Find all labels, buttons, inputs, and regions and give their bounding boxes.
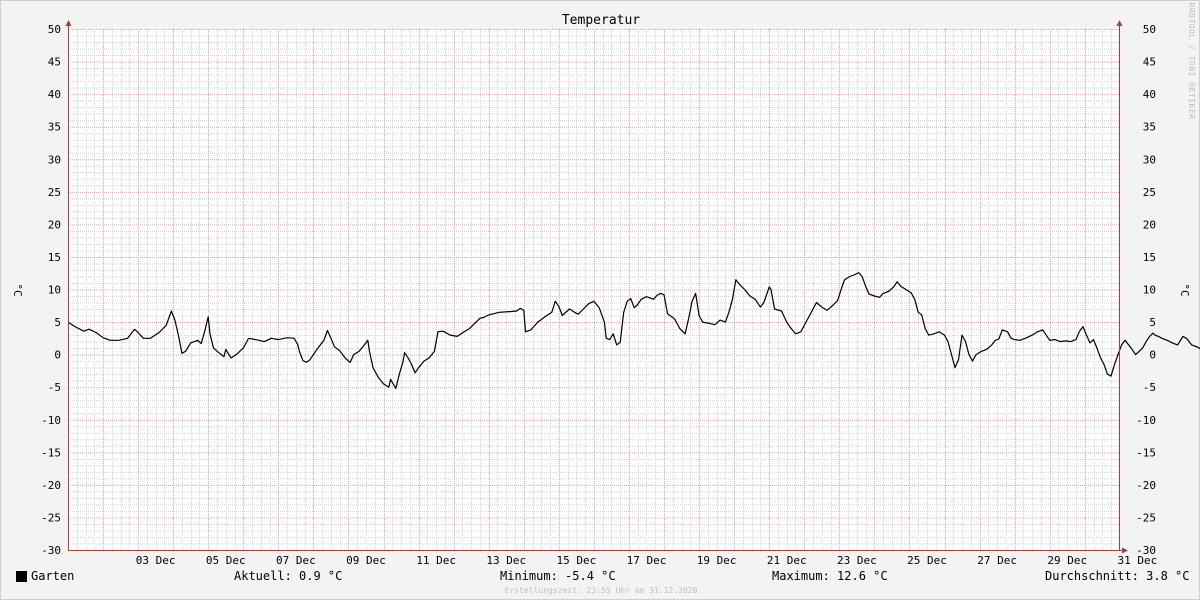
legend-current: Aktuell: 0.9 °C (234, 569, 343, 583)
legend-swatch (16, 571, 27, 582)
x-tick-label: 23 Dec (837, 554, 877, 567)
y-tick-label-left: 35 (48, 121, 61, 134)
y-tick-label-right: -10 (1136, 414, 1156, 427)
y-tick-label-left: 30 (48, 153, 61, 166)
x-tick-label: 05 Dec (206, 554, 246, 567)
y-tick-label-right: 10 (1143, 284, 1156, 297)
x-axis-ticks: 03 Dec 05 Dec 07 Dec 09 Dec 11 Dec 13 Dec 15 D… (136, 554, 1157, 567)
y-axis-left-ticks: 50454035302520151050-5-10-15-20-25-30 (41, 23, 61, 557)
y-tick-label-left: 10 (48, 284, 61, 297)
y-tick-label-right: 50 (1143, 23, 1156, 36)
y-tick-label-left: 0 (54, 349, 61, 362)
y-tick-label-left: -10 (41, 414, 61, 427)
y-tick-label-right: 5 (1149, 316, 1156, 329)
y-tick-label-left: 25 (48, 186, 61, 199)
y-tick-label-left: -25 (41, 511, 61, 524)
x-tick-label: 03 Dec (136, 554, 176, 567)
y-axis-label-right: °C (1178, 283, 1191, 296)
y-tick-label-left: 15 (48, 251, 61, 264)
y-tick-label-left: 20 (48, 218, 61, 231)
y-axis-right-arrow (1116, 20, 1123, 26)
x-tick-label: 21 Dec (767, 554, 807, 567)
footer-timestamp: Erstellungszeit: 23:55 Uhr am 31.12.2020 (504, 586, 698, 595)
x-tick-label: 29 Dec (1047, 554, 1087, 567)
y-tick-label-right: 0 (1149, 349, 1156, 362)
y-tick-label-left: 50 (48, 23, 61, 36)
y-tick-label-right: 20 (1143, 218, 1156, 231)
y-tick-label-left: 45 (48, 56, 61, 69)
x-tick-label: 09 Dec (346, 554, 386, 567)
y-tick-label-right: -15 (1136, 446, 1156, 459)
x-tick-label: 17 Dec (627, 554, 667, 567)
y-tick-label-right: 40 (1143, 88, 1156, 101)
y-tick-label-right: 35 (1143, 121, 1156, 134)
legend-series-name: Garten (31, 569, 75, 583)
y-tick-label-left: 5 (54, 316, 61, 329)
legend-average: Durchschnitt: 3.8 °C (1045, 569, 1190, 583)
y-tick-label-right: 15 (1143, 251, 1156, 264)
x-tick-label: 25 Dec (907, 554, 947, 567)
chart-canvas: 50 45 40 35 30 25 20 15 10 5 0 -5 -10 -15 -20 -25 -30 50… (0, 0, 1200, 600)
x-tick-label: 07 Dec (276, 554, 316, 567)
temperature-chart: 50454035302520151050-5-10-15-20-25-30 50… (11, 3, 1200, 567)
x-axis-arrow (1122, 547, 1128, 554)
x-tick-label: 11 Dec (416, 554, 456, 567)
legend-minimum: Minimum: -5.4 °C (500, 569, 616, 583)
y-axis-right-ticks: 50454035302520151050-5-10-15-20-25-30 (1136, 23, 1156, 557)
y-tick-label-left: -20 (41, 479, 61, 492)
x-tick-label: 13 Dec (486, 554, 526, 567)
x-tick-label: 19 Dec (697, 554, 737, 567)
plot-area (68, 29, 1119, 550)
y-tick-label-left: -15 (41, 446, 61, 459)
chart-title: Temperatur (562, 13, 640, 28)
x-tick-label: 27 Dec (977, 554, 1017, 567)
y-tick-label-left: 40 (48, 88, 61, 101)
x-tick-label: 31 Dec (1117, 554, 1157, 567)
rrdtool-watermark: RRDTOOL / TOBI OETIKER (1187, 3, 1196, 120)
y-tick-label-right: -20 (1136, 479, 1156, 492)
y-tick-label-right: 30 (1143, 153, 1156, 166)
y-tick-label-left: -5 (48, 381, 61, 394)
legend-maximum: Maximum: 12.6 °C (772, 569, 888, 583)
y-tick-label-right: -5 (1143, 381, 1156, 394)
y-tick-label-right: 25 (1143, 186, 1156, 199)
y-tick-label-right: -25 (1136, 511, 1156, 524)
y-tick-label-right: 45 (1143, 56, 1156, 69)
x-tick-label: 15 Dec (556, 554, 596, 567)
y-axis-left-arrow (65, 20, 72, 26)
y-axis-label-left: °C (11, 283, 24, 296)
y-tick-label-left: -30 (41, 544, 61, 557)
